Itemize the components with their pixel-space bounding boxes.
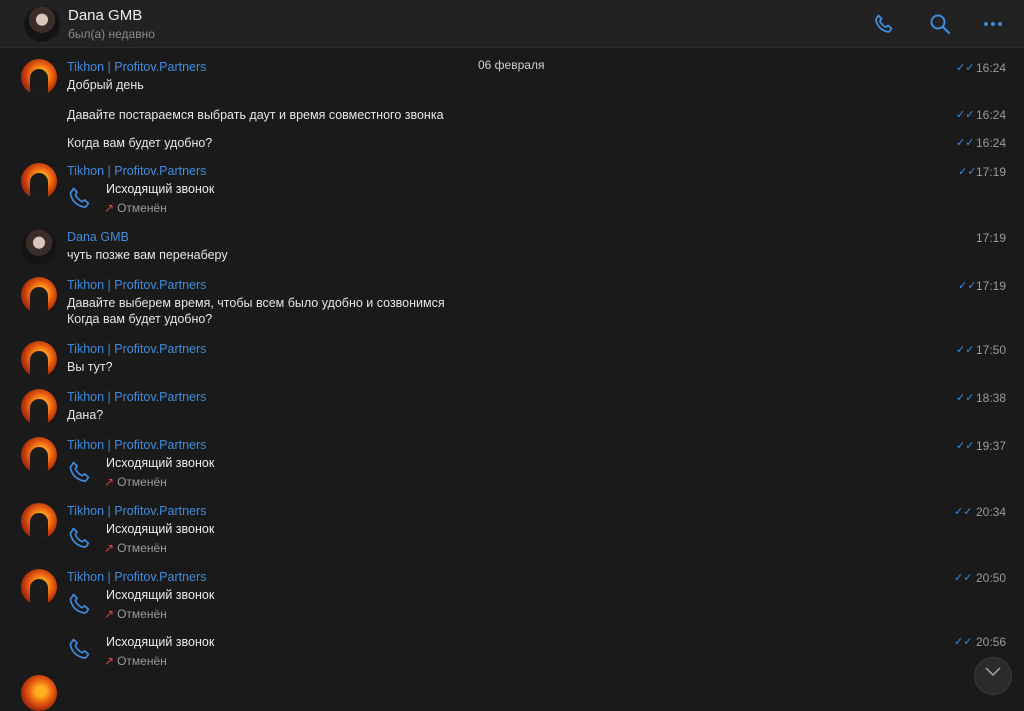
- message-time: 16:24: [975, 136, 1006, 150]
- double-check-icon: ✓✓: [956, 109, 975, 121]
- chat-header: Dana GMB был(а) недавно: [0, 0, 1024, 48]
- date-separator: 06 февраля: [478, 58, 545, 72]
- message-time: 20:50: [975, 571, 1006, 585]
- call-status: ↗ Отменён: [104, 607, 167, 621]
- double-check-icon: ✓✓: [956, 392, 975, 404]
- sender-avatar[interactable]: [21, 277, 57, 313]
- sender-avatar[interactable]: [21, 437, 57, 473]
- sender-name[interactable]: Dana GMB: [67, 230, 129, 244]
- call-status: ↗ Отменён: [104, 201, 167, 215]
- contact-name[interactable]: Dana GMB: [68, 7, 142, 24]
- call-status-text: Отменён: [117, 475, 167, 489]
- double-check-icon: ✓✓: [956, 344, 975, 356]
- sender-name[interactable]: Tikhon | Profitov.Partners: [67, 278, 206, 292]
- double-check-icon: ✓✓: [956, 137, 975, 149]
- call-status-text: Отменён: [117, 654, 167, 668]
- message-text: чуть позже вам перенаберу: [67, 248, 228, 262]
- outgoing-arrow-icon: ↗: [104, 541, 115, 555]
- message-text: Добрый день: [67, 78, 144, 92]
- sender-name[interactable]: Tikhon | Profitov.Partners: [67, 438, 206, 452]
- message-time: 17:19: [975, 165, 1006, 179]
- sender-name[interactable]: Tikhon | Profitov.Partners: [67, 342, 206, 356]
- double-check-icon: ✓✓: [958, 280, 977, 292]
- sender-name[interactable]: Tikhon | Profitov.Partners: [67, 390, 206, 404]
- sender-avatar[interactable]: [21, 59, 57, 95]
- call-status: ↗ Отменён: [104, 541, 167, 555]
- message-time: 17:19: [975, 231, 1006, 245]
- message-time: 16:24: [975, 61, 1006, 75]
- call-status-text: Отменён: [117, 201, 167, 215]
- search-icon[interactable]: [928, 12, 952, 36]
- message-list[interactable]: 06 февраля Tikhon | Profitov.Partners До…: [0, 49, 1024, 682]
- message-time: 19:37: [975, 439, 1006, 453]
- sender-avatar[interactable]: [21, 569, 57, 605]
- sender-avatar[interactable]: [21, 389, 57, 425]
- message-time: 18:38: [975, 391, 1006, 405]
- sender-avatar[interactable]: [21, 675, 57, 711]
- double-check-icon: ✓✓: [958, 166, 977, 178]
- call-status: ↗ Отменён: [104, 475, 167, 489]
- call-title: Исходящий звонок: [106, 635, 215, 649]
- sender-avatar[interactable]: [21, 229, 57, 265]
- scroll-down-button[interactable]: [974, 657, 1012, 695]
- double-check-icon: ✓✓: [956, 62, 975, 74]
- phone-icon[interactable]: [68, 526, 92, 552]
- call-title: Исходящий звонок: [106, 456, 215, 470]
- phone-icon[interactable]: [68, 592, 92, 618]
- contact-status: был(а) недавно: [68, 27, 155, 41]
- phone-icon[interactable]: [68, 460, 92, 486]
- call-status-text: Отменён: [117, 607, 167, 621]
- phone-icon[interactable]: [68, 637, 92, 663]
- sender-name[interactable]: Tikhon | Profitov.Partners: [67, 570, 206, 584]
- message-time: 20:56: [975, 635, 1006, 649]
- chevron-down-icon: [985, 667, 1001, 677]
- message-text: Вы тут?: [67, 360, 113, 374]
- message-text: Дана?: [67, 408, 104, 422]
- message-text: Давайте постараемся выбрать даут и время…: [67, 108, 444, 122]
- call-title: Исходящий звонок: [106, 182, 215, 196]
- call-status: ↗ Отменён: [104, 654, 167, 668]
- phone-icon[interactable]: [68, 186, 92, 212]
- phone-icon[interactable]: [872, 12, 896, 36]
- message-time: 20:34: [975, 505, 1006, 519]
- call-title: Исходящий звонок: [106, 588, 215, 602]
- double-check-icon: ✓✓: [954, 572, 973, 584]
- double-check-icon: ✓✓: [954, 506, 973, 518]
- outgoing-arrow-icon: ↗: [104, 607, 115, 621]
- message-time: 17:50: [975, 343, 1006, 357]
- double-check-icon: ✓✓: [954, 636, 973, 648]
- outgoing-arrow-icon: ↗: [104, 475, 115, 489]
- sender-name[interactable]: Tikhon | Profitov.Partners: [67, 504, 206, 518]
- sender-name[interactable]: Tikhon | Profitov.Partners: [67, 60, 206, 74]
- sender-avatar[interactable]: [21, 341, 57, 377]
- sender-name[interactable]: Tikhon | Profitov.Partners: [67, 164, 206, 178]
- outgoing-arrow-icon: ↗: [104, 201, 115, 215]
- outgoing-arrow-icon: ↗: [104, 654, 115, 668]
- contact-avatar[interactable]: [24, 6, 60, 42]
- message-time: 16:24: [975, 108, 1006, 122]
- sender-avatar[interactable]: [21, 503, 57, 539]
- call-status-text: Отменён: [117, 541, 167, 555]
- sender-avatar[interactable]: [21, 163, 57, 199]
- message-time: 17:19: [975, 279, 1006, 293]
- message-text: Давайте выберем время, чтобы всем было у…: [67, 296, 445, 310]
- more-icon[interactable]: [981, 12, 1005, 36]
- message-text: Когда вам будет удобно?: [67, 312, 213, 326]
- call-title: Исходящий звонок: [106, 522, 215, 536]
- message-text: Когда вам будет удобно?: [67, 136, 213, 150]
- double-check-icon: ✓✓: [956, 440, 975, 452]
